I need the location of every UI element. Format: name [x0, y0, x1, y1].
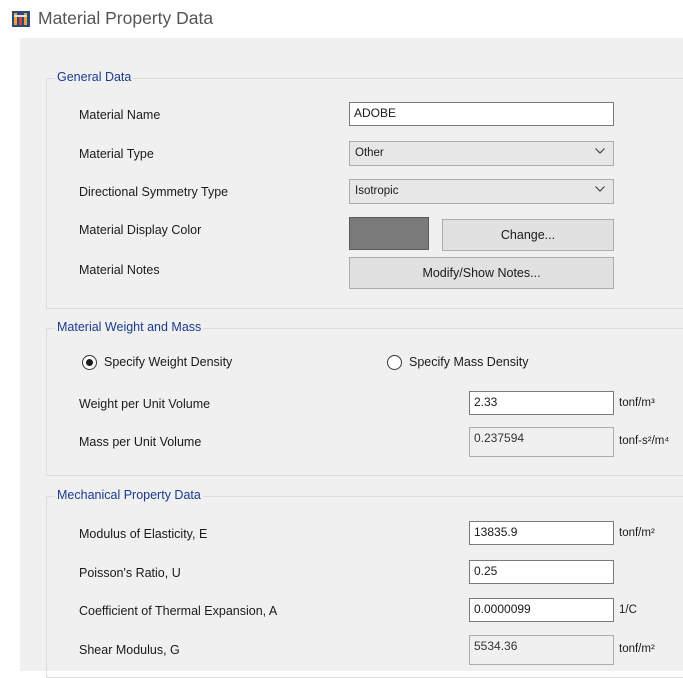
poisson-ratio-label: Poisson's Ratio, U: [79, 566, 181, 580]
mass-per-volume-field: 0.237594: [469, 427, 614, 457]
material-notes-label: Material Notes: [79, 263, 160, 277]
shear-modulus-label: Shear Modulus, G: [79, 643, 180, 657]
material-name-input[interactable]: ADOBE: [349, 102, 614, 126]
etabs-app-icon: [12, 11, 30, 27]
thermal-expansion-unit: 1/C: [619, 604, 637, 616]
weight-density-radio-label[interactable]: Specify Weight Density: [104, 355, 232, 369]
thermal-expansion-input[interactable]: 0.0000099: [469, 598, 614, 622]
weight-unit: tonf/m³: [619, 397, 655, 409]
modify-notes-button[interactable]: Modify/Show Notes...: [349, 257, 614, 289]
symmetry-type-value: Isotropic: [355, 185, 399, 197]
window-title: Material Property Data: [38, 8, 214, 28]
general-data-group: General Data Material Name ADOBE Materia…: [46, 70, 683, 309]
mass-density-radio[interactable]: [387, 355, 402, 370]
shear-modulus-unit: tonf/m²: [619, 643, 655, 655]
mass-unit: tonf-s²/m⁴: [619, 435, 670, 447]
poisson-ratio-input[interactable]: 0.25: [469, 560, 614, 584]
chevron-down-icon: [595, 148, 605, 154]
material-type-value: Other: [355, 147, 384, 159]
change-color-button[interactable]: Change...: [442, 219, 614, 251]
mechanical-property-title: Mechanical Property Data: [55, 488, 203, 502]
display-color-swatch: [349, 217, 429, 250]
display-color-label: Material Display Color: [79, 223, 202, 237]
modulus-elasticity-unit: tonf/m²: [619, 527, 655, 539]
title-bar: Material Property Data: [0, 0, 683, 38]
mass-density-radio-label[interactable]: Specify Mass Density: [409, 355, 528, 369]
thermal-expansion-label: Coefficient of Thermal Expansion, A: [79, 604, 278, 618]
weight-mass-title: Material Weight and Mass: [55, 320, 204, 334]
radio-selected-dot: [86, 359, 93, 366]
weight-mass-group: Material Weight and Mass Specify Weight …: [46, 320, 683, 476]
shear-modulus-field: 5534.36: [469, 635, 614, 665]
weight-per-volume-input[interactable]: 2.33: [469, 391, 614, 415]
general-data-title: General Data: [55, 70, 134, 84]
dialog-body: General Data Material Name ADOBE Materia…: [20, 38, 683, 678]
mass-per-volume-label: Mass per Unit Volume: [79, 435, 202, 449]
modulus-elasticity-input[interactable]: 13835.9: [469, 521, 614, 545]
symmetry-type-dropdown[interactable]: Isotropic: [349, 179, 614, 204]
material-name-label: Material Name: [79, 108, 161, 122]
modulus-elasticity-label: Modulus of Elasticity, E: [79, 527, 208, 541]
weight-density-radio[interactable]: [82, 355, 97, 370]
material-type-dropdown[interactable]: Other: [349, 141, 614, 166]
material-type-label: Material Type: [79, 147, 154, 161]
mechanical-property-group: Mechanical Property Data Modulus of Elas…: [46, 488, 683, 678]
weight-per-volume-label: Weight per Unit Volume: [79, 397, 211, 411]
chevron-down-icon: [595, 186, 605, 192]
symmetry-type-label: Directional Symmetry Type: [79, 185, 229, 199]
